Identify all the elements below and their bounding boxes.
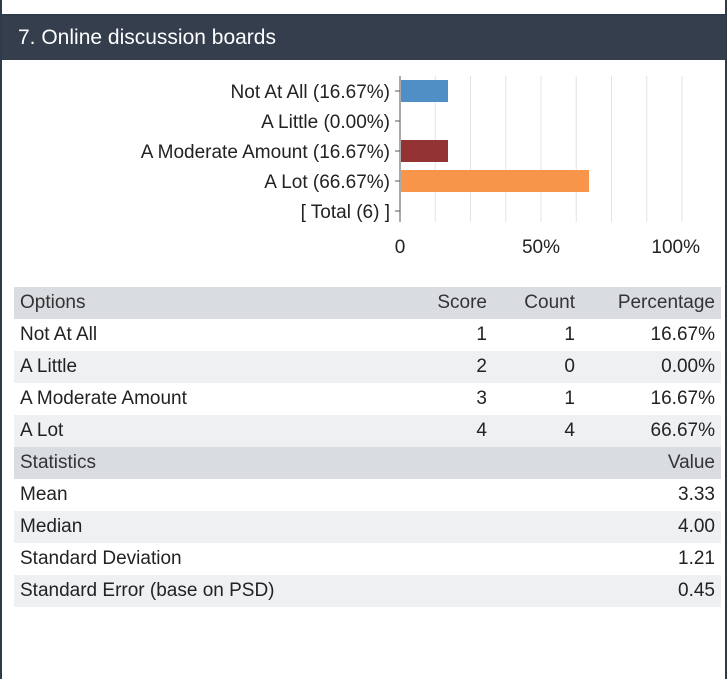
- x-tick-label: 50%: [522, 237, 560, 258]
- option-label: Not At All: [14, 319, 397, 351]
- option-count: 1: [493, 383, 581, 415]
- category-label: A Lot (66.67%): [264, 172, 390, 193]
- option-percentage: 16.67%: [581, 383, 721, 415]
- bar: [401, 140, 449, 162]
- category-label: Not At All (16.67%): [231, 82, 390, 103]
- option-label: A Little: [14, 351, 397, 383]
- category-label: [ Total (6) ]: [301, 202, 390, 223]
- bar: [401, 80, 449, 102]
- bar-chart-svg: Not At All (16.67%) A Little (0.00%) A Mod…: [141, 76, 700, 258]
- table-row: Not At All 1 1 16.67%: [14, 319, 721, 351]
- statistics-row: Standard Deviation 1.21: [14, 543, 721, 575]
- statistic-value: 1.21: [581, 543, 721, 575]
- option-score: 3: [397, 383, 493, 415]
- option-count: 4: [493, 415, 581, 447]
- x-tick-label: 100%: [651, 237, 700, 258]
- header-percentage: Percentage: [581, 287, 721, 319]
- statistic-label: Standard Deviation: [14, 543, 581, 575]
- category-label: A Little (0.00%): [261, 112, 390, 133]
- statistic-value: 3.33: [581, 479, 721, 511]
- table-header-row: Options Score Count Percentage: [14, 287, 721, 319]
- option-count: 1: [493, 319, 581, 351]
- results-chart: Not At All (16.67%) A Little (0.00%) A Mod…: [2, 60, 725, 286]
- table-row: A Moderate Amount 3 1 16.67%: [14, 383, 721, 415]
- category-label: A Moderate Amount (16.67%): [141, 142, 390, 163]
- option-label: A Lot: [14, 415, 397, 447]
- statistic-value: 0.45: [581, 575, 721, 607]
- statistic-value: 4.00: [581, 511, 721, 543]
- previous-panel-edge: [0, 0, 727, 16]
- statistic-label: Standard Error (base on PSD): [14, 575, 581, 607]
- option-count: 0: [493, 351, 581, 383]
- option-percentage: 66.67%: [581, 415, 721, 447]
- results-table: Options Score Count Percentage Not At Al…: [14, 287, 721, 607]
- question-panel: 7. Online discussion boards Not At All (…: [0, 16, 727, 679]
- x-tick-label: 0: [395, 237, 406, 258]
- option-label: A Moderate Amount: [14, 383, 397, 415]
- option-percentage: 16.67%: [581, 319, 721, 351]
- option-score: 1: [397, 319, 493, 351]
- statistics-row: Mean 3.33: [14, 479, 721, 511]
- option-score: 2: [397, 351, 493, 383]
- table-row: A Little 2 0 0.00%: [14, 351, 721, 383]
- statistic-label: Median: [14, 511, 581, 543]
- header-score: Score: [397, 287, 493, 319]
- header-options: Options: [14, 287, 397, 319]
- statistic-label: Mean: [14, 479, 581, 511]
- bar: [401, 170, 590, 192]
- panel-title: 7. Online discussion boards: [2, 16, 725, 60]
- table-row: A Lot 4 4 66.67%: [14, 415, 721, 447]
- option-percentage: 0.00%: [581, 351, 721, 383]
- statistics-header-row: Statistics Value: [14, 447, 721, 479]
- header-count: Count: [493, 287, 581, 319]
- statistics-row: Median 4.00: [14, 511, 721, 543]
- header-value: Value: [581, 447, 721, 479]
- statistics-row: Standard Error (base on PSD) 0.45: [14, 575, 721, 607]
- header-statistics: Statistics: [14, 447, 581, 479]
- option-score: 4: [397, 415, 493, 447]
